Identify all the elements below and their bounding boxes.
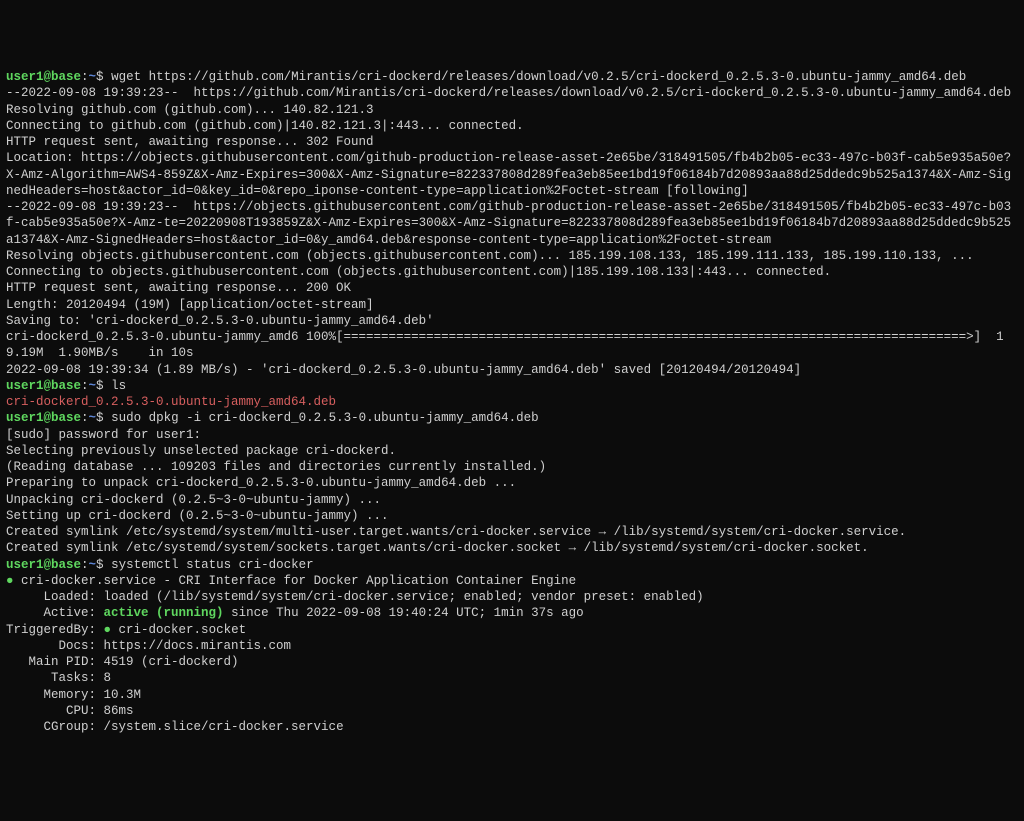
wget-output-line: HTTP request sent, awaiting response... … — [6, 280, 1018, 296]
terminal-output[interactable]: user1@base:~$ wget https://github.com/Mi… — [6, 69, 1018, 735]
dpkg-output-line: Created symlink /etc/systemd/system/mult… — [6, 524, 1018, 540]
wget-output-line: Connecting to github.com (github.com)|14… — [6, 118, 1018, 134]
prompt-path: ~ — [89, 379, 97, 393]
status-dot-icon: ● — [104, 623, 112, 637]
ls-output-file: cri-dockerd_0.2.5.3-0.ubuntu-jammy_amd64… — [6, 394, 1018, 410]
prompt-user: user1@base — [6, 411, 81, 425]
systemctl-service-line: ● cri-docker.service - CRI Interface for… — [6, 573, 1018, 589]
dpkg-output-line: Preparing to unpack cri-dockerd_0.2.5.3-… — [6, 475, 1018, 491]
wget-output-line: Connecting to objects.githubusercontent.… — [6, 264, 1018, 280]
wget-output-line: Saving to: 'cri-dockerd_0.2.5.3-0.ubuntu… — [6, 313, 1018, 329]
systemctl-pid-line: Main PID: 4519 (cri-dockerd) — [6, 654, 1018, 670]
active-running-status: active (running) — [104, 606, 224, 620]
wget-summary-line: 2022-09-08 19:39:34 (1.89 MB/s) - 'cri-d… — [6, 362, 1018, 378]
prompt-line-4: user1@base:~$ systemctl status cri-docke… — [6, 557, 1018, 573]
wget-output-line: Resolving objects.githubusercontent.com … — [6, 248, 1018, 264]
wget-output-line: Length: 20120494 (19M) [application/octe… — [6, 297, 1018, 313]
systemctl-cpu-line: CPU: 86ms — [6, 703, 1018, 719]
prompt-path: ~ — [89, 558, 97, 572]
prompt-line-3: user1@base:~$ sudo dpkg -i cri-dockerd_0… — [6, 410, 1018, 426]
systemctl-docs-line: Docs: https://docs.mirantis.com — [6, 638, 1018, 654]
status-dot-icon: ● — [6, 574, 14, 588]
dpkg-command: sudo dpkg -i cri-dockerd_0.2.5.3-0.ubunt… — [111, 411, 539, 425]
dpkg-output-line: (Reading database ... 109203 files and d… — [6, 459, 1018, 475]
wget-output-line: --2022-09-08 19:39:23-- https://objects.… — [6, 199, 1018, 248]
dpkg-output-line: Selecting previously unselected package … — [6, 443, 1018, 459]
ls-command: ls — [111, 379, 126, 393]
prompt-user: user1@base — [6, 379, 81, 393]
prompt-line-2: user1@base:~$ ls — [6, 378, 1018, 394]
systemctl-triggered-line: TriggeredBy: ● cri-docker.socket — [6, 622, 1018, 638]
systemctl-memory-line: Memory: 10.3M — [6, 687, 1018, 703]
wget-command: wget https://github.com/Mirantis/cri-doc… — [111, 70, 966, 84]
prompt-user: user1@base — [6, 558, 81, 572]
systemctl-active-line: Active: active (running) since Thu 2022-… — [6, 605, 1018, 621]
dpkg-output-line: [sudo] password for user1: — [6, 427, 1018, 443]
prompt-path: ~ — [89, 70, 97, 84]
dpkg-output-line: Created symlink /etc/systemd/system/sock… — [6, 540, 1018, 556]
wget-output-line: Location: https://objects.githubusercont… — [6, 150, 1018, 199]
wget-output-line: --2022-09-08 19:39:23-- https://github.c… — [6, 85, 1018, 101]
wget-output-line: Resolving github.com (github.com)... 140… — [6, 102, 1018, 118]
systemctl-command: systemctl status cri-docker — [111, 558, 314, 572]
wget-output-line: HTTP request sent, awaiting response... … — [6, 134, 1018, 150]
systemctl-loaded-line: Loaded: loaded (/lib/systemd/system/cri-… — [6, 589, 1018, 605]
prompt-line-1: user1@base:~$ wget https://github.com/Mi… — [6, 69, 1018, 85]
systemctl-cgroup-line: CGroup: /system.slice/cri-docker.service — [6, 719, 1018, 735]
dpkg-output-line: Setting up cri-dockerd (0.2.5~3-0~ubuntu… — [6, 508, 1018, 524]
dpkg-output-line: Unpacking cri-dockerd (0.2.5~3-0~ubuntu-… — [6, 492, 1018, 508]
systemctl-tasks-line: Tasks: 8 — [6, 670, 1018, 686]
prompt-user: user1@base — [6, 70, 81, 84]
wget-progress-line: cri-dockerd_0.2.5.3-0.ubuntu-jammy_amd6 … — [6, 329, 1018, 362]
prompt-path: ~ — [89, 411, 97, 425]
